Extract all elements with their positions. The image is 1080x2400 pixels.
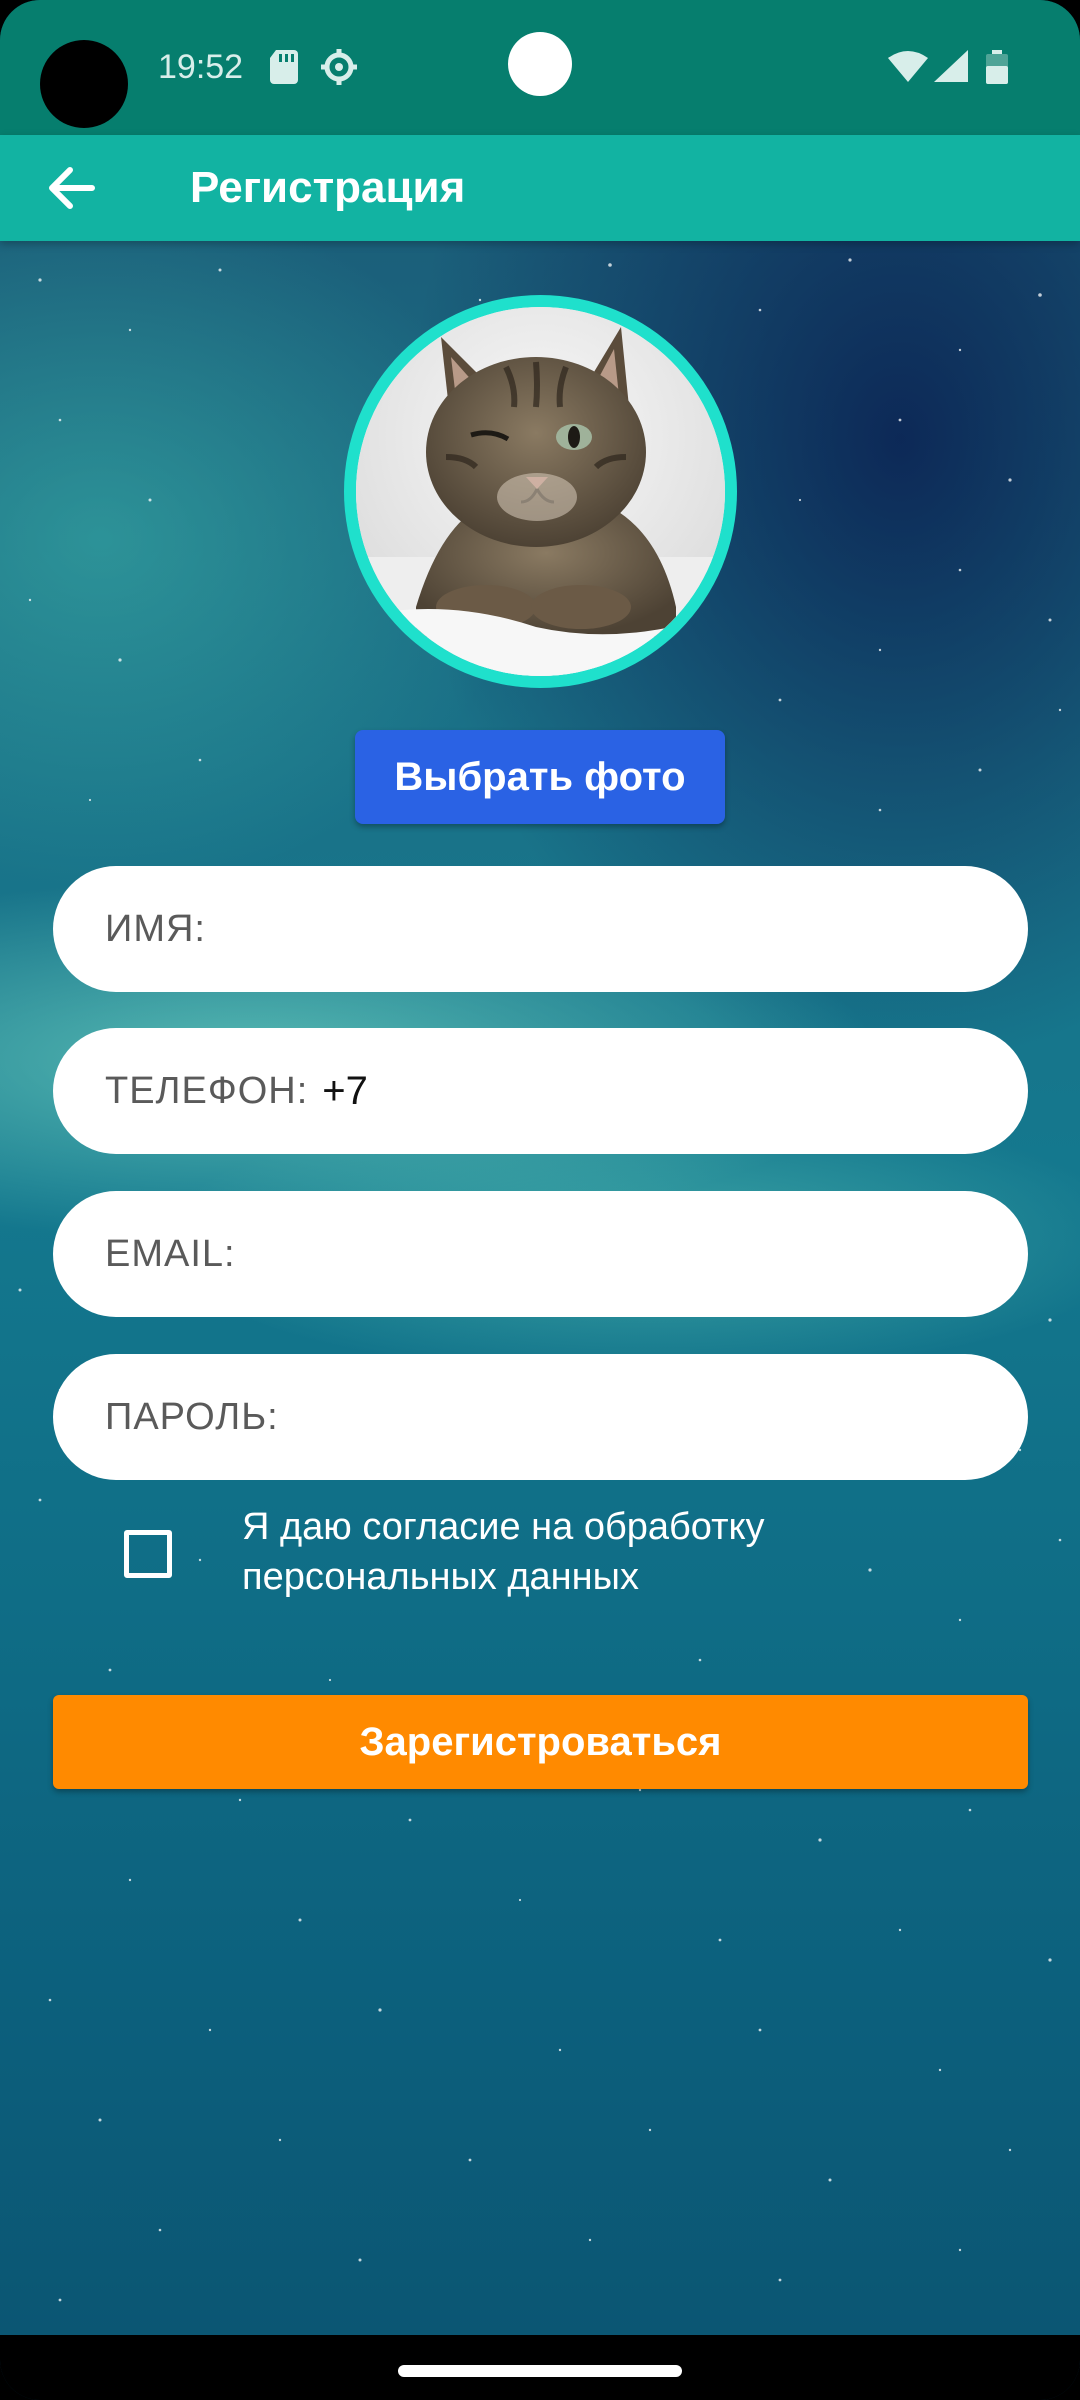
- register-button[interactable]: Зарегистроваться: [53, 1695, 1028, 1789]
- name-field[interactable]: ИМЯ:: [53, 866, 1028, 992]
- phone-field-value: +7: [322, 1068, 368, 1113]
- home-handle[interactable]: [398, 2365, 682, 2377]
- status-time: 19:52: [158, 48, 244, 86]
- consent-label-line1: Я даю согласие на обработку: [242, 1506, 765, 1548]
- cat-photo-illustration: [356, 307, 725, 676]
- avatar[interactable]: [344, 295, 737, 688]
- choose-photo-button[interactable]: Выбрать фото: [355, 730, 725, 824]
- registration-screen: 19:52 Регистрация Выбрать фото ИМЯ: ТЕЛЕ…: [0, 0, 1080, 2400]
- sd-card-icon: [270, 50, 298, 84]
- page-title: Регистрация: [190, 163, 466, 212]
- consent-label-line2: персональных данных: [242, 1556, 639, 1598]
- status-bar: 19:52: [0, 0, 1080, 135]
- battery-icon: [986, 50, 1008, 84]
- navigation-bar: [0, 2335, 1080, 2400]
- camera-cutout: [40, 40, 128, 128]
- consent-label[interactable]: Я даю согласие на обработку персональных…: [242, 1502, 962, 1602]
- consent-checkbox[interactable]: [124, 1530, 172, 1578]
- wifi-icon: [888, 51, 928, 82]
- settings-icon: [321, 49, 357, 85]
- arrow-back-icon[interactable]: [46, 165, 96, 211]
- name-field-label: ИМЯ:: [105, 907, 206, 950]
- phone-field[interactable]: ТЕЛЕФОН: +7: [53, 1028, 1028, 1154]
- cat-photo: [356, 307, 725, 676]
- signal-icon: [934, 50, 968, 82]
- phone-field-label: ТЕЛЕФОН:: [105, 1069, 309, 1112]
- front-camera: [508, 32, 572, 96]
- password-field[interactable]: ПАРОЛЬ:: [53, 1354, 1028, 1480]
- email-field[interactable]: EMAIL:: [53, 1191, 1028, 1317]
- app-bar: Регистрация: [0, 135, 1080, 241]
- email-field-label: EMAIL:: [105, 1232, 236, 1275]
- password-field-label: ПАРОЛЬ:: [105, 1395, 279, 1438]
